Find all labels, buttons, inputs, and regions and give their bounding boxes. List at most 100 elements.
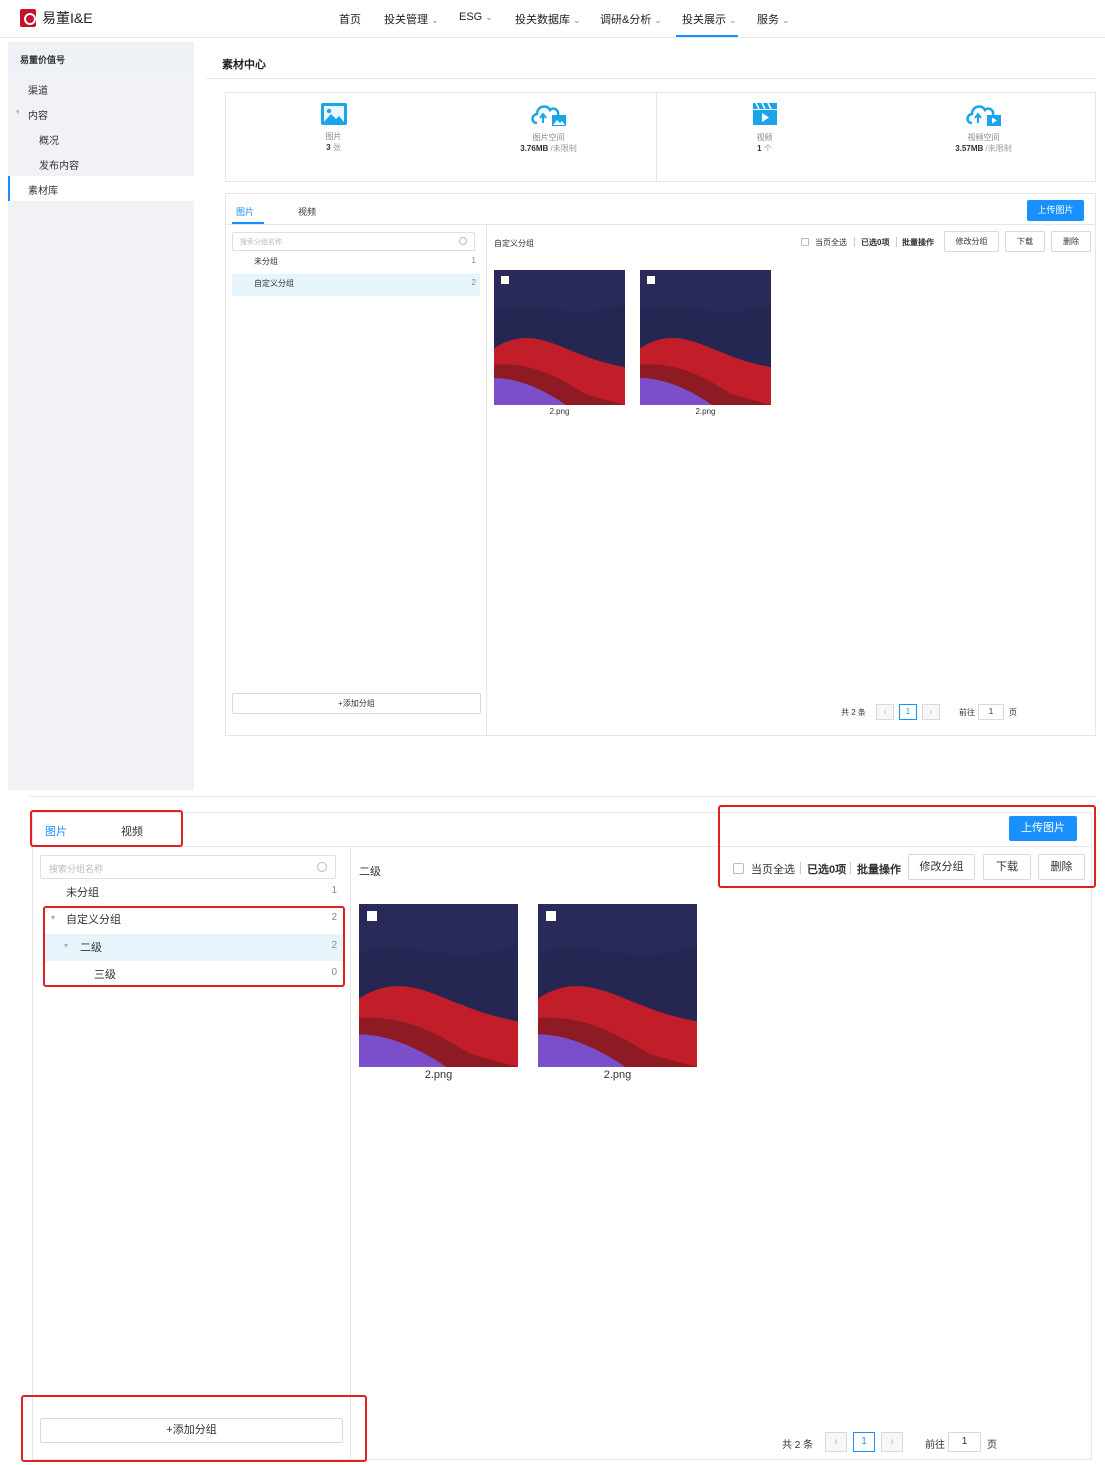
image-filename: 2.png	[424, 1069, 453, 1081]
stat-value: 3.76MB /未限制	[520, 144, 577, 153]
divider	[486, 225, 487, 735]
image-checkbox[interactable]	[546, 911, 556, 921]
page-unit-label: 页	[1009, 708, 1017, 717]
prev-page-button[interactable]: ‹	[825, 1432, 847, 1452]
app-name: 易董I&E	[42, 10, 93, 26]
add-group-button[interactable]: +添加分组	[232, 693, 481, 714]
nav-label: 调研&分析	[600, 14, 652, 26]
nav-label: 首页	[339, 14, 361, 26]
select-all-label[interactable]: 当页全选	[815, 237, 847, 248]
search-icon[interactable]	[317, 862, 327, 872]
app-logo[interactable]: 易董I&E	[20, 8, 93, 28]
image-icon	[320, 103, 347, 125]
goto-label: 前往	[959, 708, 975, 717]
divider	[226, 224, 1095, 225]
nav-item-service[interactable]: 服务 ⌄	[757, 11, 790, 27]
stat-image-space: 图片空间 3.76MB /未限制	[441, 93, 656, 181]
nav-label: 服务	[757, 14, 779, 26]
nav-item-research[interactable]: 调研&分析 ⌄	[600, 11, 662, 27]
stat-label: 图片	[325, 132, 342, 141]
group-count: 2	[471, 278, 476, 287]
logo-icon	[20, 9, 36, 27]
select-all-checkbox[interactable]	[801, 238, 809, 246]
image-thumbnail[interactable]	[494, 270, 625, 405]
sidebar-title: 易董价值号	[20, 55, 66, 65]
group-count: 1	[471, 256, 476, 265]
goto-page-input[interactable]: 1	[948, 1432, 981, 1452]
sidebar-item-publish[interactable]: 发布内容	[39, 157, 79, 172]
group-search-input[interactable]: 搜索分组名称	[232, 232, 475, 251]
search-icon[interactable]	[459, 237, 467, 245]
nav-label: ESG	[459, 11, 483, 23]
search-placeholder: 搜索分组名称	[49, 864, 104, 874]
stat-videos: 视频 1 个	[657, 93, 872, 181]
tab-images[interactable]: 图片	[236, 205, 254, 218]
page-unit-label: 页	[987, 1440, 997, 1451]
image-thumbnail[interactable]	[359, 904, 518, 1067]
nav-item-ir-database[interactable]: 投关数据库 ⌄	[515, 11, 581, 27]
pagination-total: 共 2 条	[782, 1440, 814, 1451]
divider	[896, 237, 897, 247]
image-checkbox[interactable]	[501, 276, 509, 284]
image-thumbnail[interactable]	[538, 904, 697, 1067]
cloud-upload-image-icon	[530, 105, 566, 126]
sidebar-item-media-library[interactable]: 素材库	[28, 182, 58, 197]
divider	[30, 796, 1095, 797]
highlight-box-tabs	[30, 810, 183, 847]
group-search-input[interactable]: 搜索分组名称	[40, 855, 336, 879]
next-page-button[interactable]: ›	[922, 704, 940, 720]
chevron-down-icon: ⌄	[654, 15, 662, 25]
stat-label: 视频空间	[967, 133, 1000, 142]
chevron-down-icon: ⌄	[782, 15, 790, 25]
media-panel-upper: 图片 视频 上传图片 搜索分组名称 未分组 1 自定义分组 2 +添加分组 自定…	[225, 193, 1096, 736]
image-filename: 2.png	[695, 407, 716, 416]
sidebar-item-content[interactable]: 内容	[28, 107, 48, 122]
caret-down-icon[interactable]: ▾	[16, 108, 20, 116]
stat-label: 图片空间	[532, 133, 565, 142]
image-filename: 2.png	[603, 1069, 632, 1081]
chevron-down-icon: ⌄	[431, 15, 439, 25]
page-number-button[interactable]: 1	[853, 1432, 875, 1452]
nav-label: 投关数据库	[515, 14, 570, 26]
highlight-box-toolbar	[718, 805, 1096, 888]
image-checkbox[interactable]	[367, 911, 377, 921]
group-item-ungrouped[interactable]: 未分组	[254, 256, 278, 267]
page-number-button[interactable]: 1	[899, 704, 917, 720]
chevron-down-icon: ⌄	[729, 15, 737, 25]
nav-item-ir-management[interactable]: 投关管理 ⌄	[384, 11, 439, 27]
stat-value: 1 个	[757, 144, 772, 153]
selected-count: 已选0项	[861, 238, 890, 247]
next-page-button[interactable]: ›	[881, 1432, 903, 1452]
delete-button[interactable]: 删除	[1051, 231, 1091, 252]
nav-active-indicator	[676, 35, 738, 37]
edit-group-button[interactable]: 修改分组	[944, 231, 999, 252]
group-count: 1	[331, 885, 337, 896]
upload-image-button[interactable]: 上传图片	[1027, 200, 1084, 221]
cloud-upload-video-icon	[965, 105, 1001, 126]
group-item-ungrouped[interactable]: 未分组	[66, 884, 99, 900]
stat-value: 3.57MB /未限制	[955, 144, 1012, 153]
image-thumbnail[interactable]	[640, 270, 771, 405]
goto-page-input[interactable]: 1	[978, 704, 1004, 720]
image-checkbox[interactable]	[647, 276, 655, 284]
sidebar-item-channel[interactable]: 渠道	[28, 82, 48, 97]
nav-label: 投关展示	[682, 14, 726, 26]
divider	[350, 847, 351, 1459]
nav-item-home[interactable]: 首页	[339, 11, 361, 27]
prev-page-button[interactable]: ‹	[876, 704, 894, 720]
nav-label: 投关管理	[384, 14, 428, 26]
chevron-down-icon: ⌄	[485, 12, 493, 22]
top-navbar: 易董I&E 首页 投关管理 ⌄ ESG ⌄ 投关数据库 ⌄ 调研&分析 ⌄ 投关展示 ⌄ …	[0, 0, 1105, 38]
stat-images: 图片 3 张	[226, 93, 441, 181]
pagination-total: 共 2 条	[841, 708, 866, 717]
stats-panel: 图片 3 张 图片空间 3.76MB /未限制 视频 1 个 视频空间 3.57…	[225, 92, 1096, 182]
group-item-custom[interactable]: 自定义分组	[254, 278, 294, 289]
nav-item-ir-display[interactable]: 投关展示 ⌄	[682, 11, 737, 27]
nav-item-esg[interactable]: ESG ⌄	[459, 11, 493, 23]
download-button[interactable]: 下载	[1005, 231, 1045, 252]
image-filename: 2.png	[549, 407, 570, 416]
sidebar: 易董价值号 渠道 ▾ 内容 概况 发布内容 素材库	[8, 42, 194, 790]
tab-videos[interactable]: 视频	[298, 205, 316, 218]
sidebar-item-overview[interactable]: 概况	[39, 132, 59, 147]
batch-label: 批量操作	[902, 238, 934, 247]
